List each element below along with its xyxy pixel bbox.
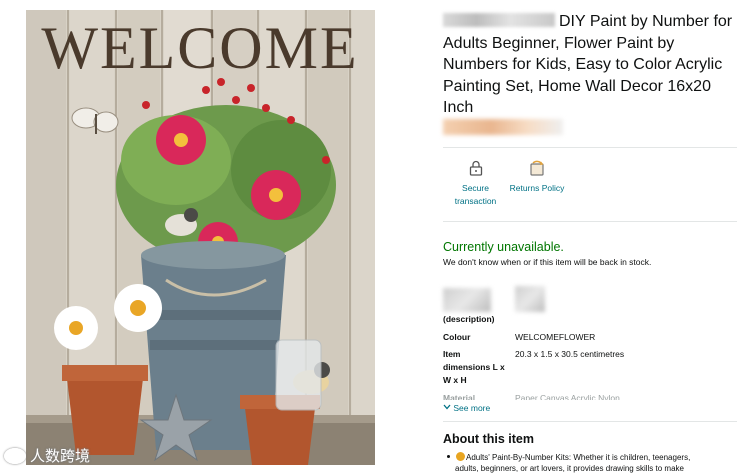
divider xyxy=(443,147,737,148)
feature-returns-policy[interactable]: Returns Policy xyxy=(507,160,567,195)
see-more-link[interactable]: See more xyxy=(443,403,490,413)
about-bullet: Adults' Paint-By-Number Kits: Whether it… xyxy=(443,452,753,464)
spec-label-material: Material xyxy=(443,393,476,400)
watermark-text: 人数跨境 xyxy=(30,448,91,465)
divider xyxy=(443,421,737,422)
spec-label-description: (description) xyxy=(443,314,495,324)
spec-value-dimensions: 20.3 x 1.5 x 30.5 centimetres xyxy=(515,349,625,359)
painting-artwork: WELCOME xyxy=(26,10,375,465)
spec-label-dimensions: Item dimensions L x W x H xyxy=(443,348,505,387)
sign-text: WELCOME xyxy=(41,15,358,81)
blurred-spec-value xyxy=(515,286,545,312)
spec-label-line: dimensions L x xyxy=(443,362,505,372)
availability-note: We don't know when or if this item will … xyxy=(443,257,652,267)
bullet-dot xyxy=(447,455,450,458)
return-box-icon xyxy=(530,160,544,176)
lock-icon xyxy=(469,160,482,176)
rating-blurred[interactable] xyxy=(443,119,563,135)
spec-value-colour: WELCOMEFLOWER xyxy=(515,332,596,342)
spec-value-material: Paper Canvas Acrylic Nylon xyxy=(515,393,620,400)
blurred-spec-label xyxy=(443,288,491,312)
about-bullet-continued: adults, beginners, or art lovers, it pro… xyxy=(455,464,684,473)
product-image[interactable]: WELCOME xyxy=(26,10,375,465)
glass-jar xyxy=(275,339,322,411)
spec-label-line: Item xyxy=(443,349,461,359)
spec-label-colour: Colour xyxy=(443,332,471,342)
chevron-down-icon xyxy=(443,404,451,410)
watermark: 人数跨境 xyxy=(4,445,90,466)
about-this-item-heading: About this item xyxy=(443,432,534,446)
feature-secure-transaction[interactable]: Secure transaction xyxy=(448,160,503,208)
feature-label-line: Returns Policy xyxy=(509,183,565,193)
brand-name-blurred[interactable] xyxy=(443,13,555,27)
bullet-text: Adults' Paint-By-Number Kits: Whether it… xyxy=(466,453,691,462)
feature-label-line: Secure xyxy=(462,183,489,193)
watermark-logo-icon xyxy=(4,447,26,464)
feature-label-line: transaction xyxy=(454,196,497,206)
product-title-text: DIY Paint by Number for Adults Beginner,… xyxy=(443,13,733,116)
spec-label-line: W x H xyxy=(443,375,467,385)
availability-status: Currently unavailable. xyxy=(443,240,564,254)
product-title: DIY Paint by Number for Adults Beginner,… xyxy=(443,11,743,119)
emoji-icon xyxy=(456,452,465,461)
see-more-label: See more xyxy=(453,403,491,413)
divider xyxy=(443,221,737,222)
